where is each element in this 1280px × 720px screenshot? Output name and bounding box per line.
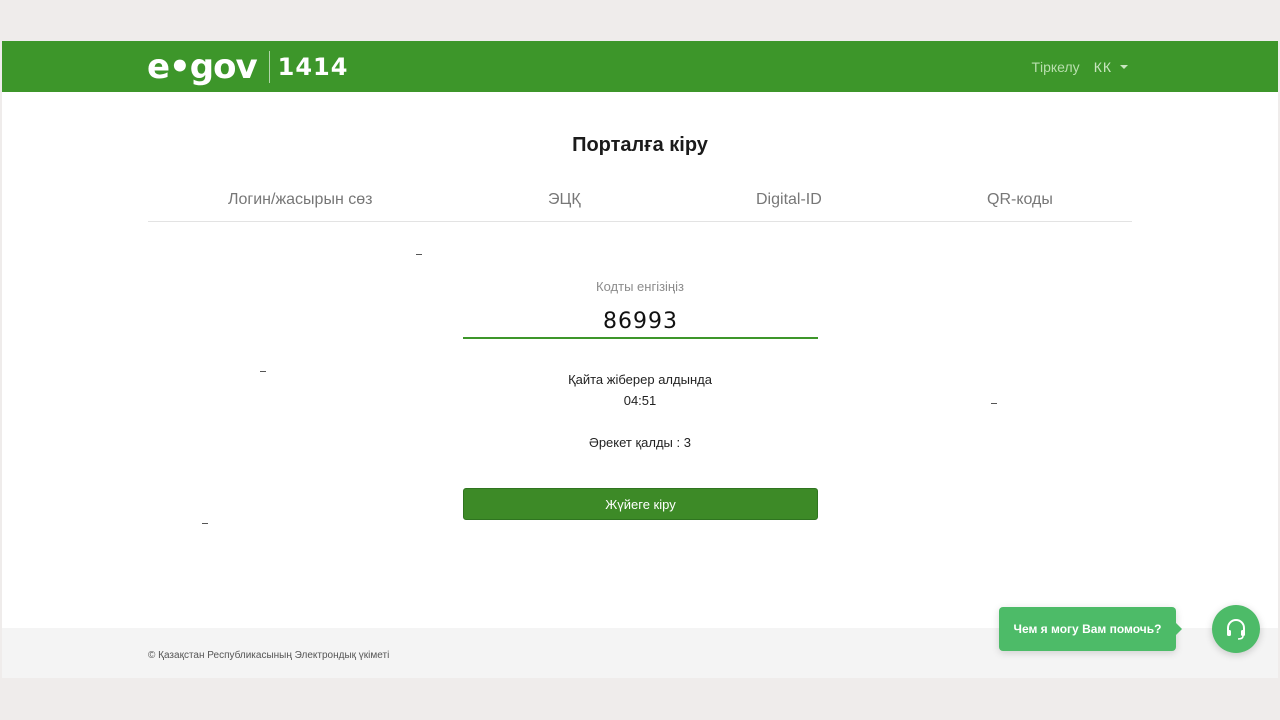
header-bar: e•gov 1414 Тіркелу КК xyxy=(2,41,1278,92)
register-link[interactable]: Тіркелу xyxy=(1031,59,1079,75)
chevron-down-icon xyxy=(1120,64,1128,69)
login-button[interactable]: Жүйеге кіру xyxy=(463,488,818,520)
chat-prompt-text: Чем я могу Вам помочь? xyxy=(1013,622,1162,636)
logo-divider xyxy=(268,51,270,83)
language-label: КК xyxy=(1093,58,1112,75)
decorative-dash xyxy=(416,254,422,255)
tab-qr-code[interactable]: QR-коды xyxy=(987,191,1053,209)
footer-copyright: © Қазақстан Республикасының Электрондық … xyxy=(148,650,390,661)
resend-timer: 04:51 xyxy=(623,393,657,408)
language-select[interactable]: КК xyxy=(1094,59,1128,75)
attempts-remaining: Әрекет қалды : 3 xyxy=(589,435,691,450)
headset-icon xyxy=(1227,619,1245,640)
resend-label: Қайта жіберер алдында xyxy=(568,372,712,387)
logo-text: e•gov xyxy=(147,47,258,87)
logo-number: 1414 xyxy=(277,53,349,81)
egov-logo[interactable]: e•gov 1414 xyxy=(147,47,348,87)
decorative-dash xyxy=(202,523,208,524)
browser-viewport: e•gov 1414 Тіркелу КК Порталға кіру Логи… xyxy=(2,41,1278,678)
tab-eds[interactable]: ЭЦҚ xyxy=(548,191,581,209)
page-title: Порталға кіру xyxy=(572,134,708,156)
login-method-tabs: Логин/жасырын сөз ЭЦҚ Digital-ID QR-коды xyxy=(148,181,1132,222)
chat-prompt-bubble[interactable]: Чем я могу Вам помочь? xyxy=(999,607,1182,651)
tab-login-password[interactable]: Логин/жасырын сөз xyxy=(228,191,372,209)
header-actions: Тіркелу КК xyxy=(1031,41,1128,92)
code-field-label: Кодты енгізіңіз xyxy=(596,279,684,294)
code-input[interactable] xyxy=(463,305,818,339)
chat-support-button[interactable] xyxy=(1212,605,1260,653)
tab-digital-id[interactable]: Digital-ID xyxy=(756,191,822,209)
